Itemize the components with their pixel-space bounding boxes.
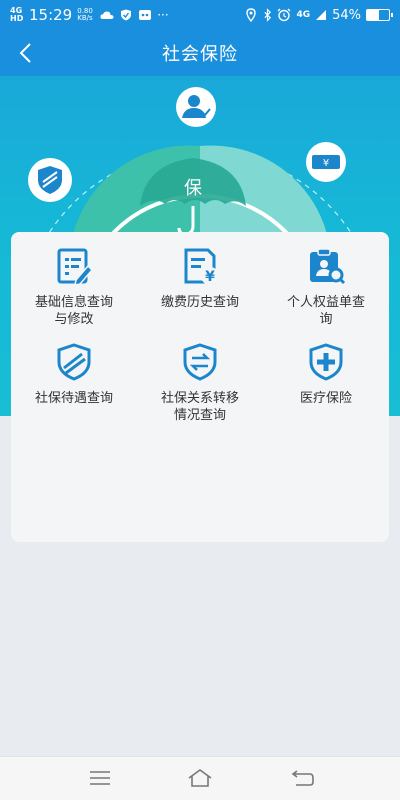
service-transfer[interactable]: 社保关系转移情况查询 — [137, 342, 263, 424]
location-icon — [246, 8, 257, 22]
service-label: 医疗保险 — [299, 391, 352, 406]
service-benefits[interactable]: 社保待遇查询 — [11, 342, 137, 424]
alarm-icon — [277, 8, 291, 22]
more-notifications: ··· — [157, 8, 169, 22]
service-medical-insurance[interactable]: 医疗保险 — [263, 342, 389, 424]
shield-badge-icon — [28, 158, 72, 202]
signal-indicator: 4G HD — [10, 6, 24, 23]
page-title: 社会保险 — [162, 44, 238, 65]
status-time: 15:29 — [29, 6, 73, 24]
services-grid: 基础信息查询与修改 ¥ 缴费历史查询 个人权益单查询 社保待遇查询 社保关系转移… — [11, 246, 389, 424]
svg-text:¥: ¥ — [205, 269, 215, 285]
app-notification-icon — [139, 10, 152, 20]
network-speed: 0.80 KB/s — [77, 7, 93, 22]
service-payment-history[interactable]: ¥ 缴费历史查询 — [137, 246, 263, 328]
person-badge-icon — [176, 87, 216, 127]
service-label: 基础信息查询与修改 — [34, 295, 113, 327]
shield-plus-icon — [309, 343, 343, 381]
service-label: 社保关系转移情况查询 — [160, 391, 239, 423]
services-card: 基础信息查询与修改 ¥ 缴费历史查询 个人权益单查询 社保待遇查询 社保关系转移… — [11, 232, 389, 542]
system-nav-bar — [0, 756, 400, 800]
bluetooth-icon — [264, 8, 272, 22]
svg-text:¥: ¥ — [323, 158, 329, 169]
shield-transfer-icon — [183, 343, 217, 381]
network-type: 4G — [296, 10, 311, 20]
service-personal-rights[interactable]: 个人权益单查询 — [263, 246, 389, 328]
app-header: 社会保险 — [0, 30, 400, 76]
shield-icon — [57, 343, 91, 381]
back-button[interactable] — [10, 38, 40, 68]
battery-icon — [366, 9, 393, 21]
menu-icon[interactable] — [87, 767, 113, 789]
payment-document-icon: ¥ — [184, 248, 219, 285]
battery-percent: 54% — [332, 7, 361, 23]
cloud-icon — [100, 11, 114, 19]
home-icon[interactable] — [187, 767, 213, 789]
service-label: 社保待遇查询 — [34, 391, 113, 406]
service-basic-info[interactable]: 基础信息查询与修改 — [11, 246, 137, 328]
service-label: 缴费历史查询 — [160, 295, 239, 310]
shield-check-icon — [121, 9, 132, 21]
cell-signal-icon — [316, 10, 327, 20]
umbrella-char: 保 — [184, 178, 202, 199]
status-bar: 4G HD 15:29 0.80 KB/s ··· 4G 54% — [0, 0, 400, 30]
document-edit-icon — [57, 248, 94, 286]
ticket-badge-icon: ¥ — [306, 142, 346, 182]
service-label: 个人权益单查询 — [286, 295, 365, 327]
back-nav-icon[interactable] — [290, 767, 316, 789]
clipboard-search-icon — [310, 248, 346, 285]
chevron-left-icon — [19, 43, 31, 63]
